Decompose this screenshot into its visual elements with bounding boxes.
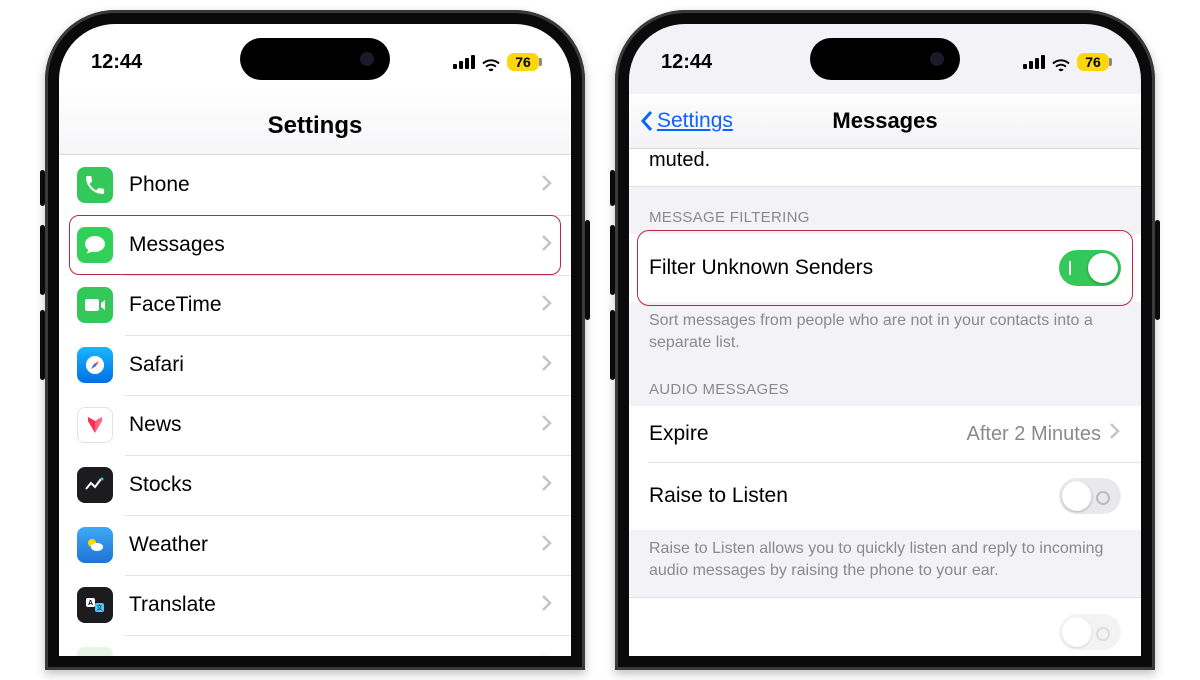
prev-section-tail: muted. [629,149,1141,187]
row-messages[interactable]: Messages [59,215,571,275]
cell-label: Raise to Listen [649,484,788,508]
row-next-partial[interactable] [629,597,1141,656]
toggle-raise-listen[interactable] [1059,478,1121,514]
row-label: Safari [129,353,525,377]
toggle-filter-unknown[interactable] [1059,250,1121,286]
battery-badge: 76 [507,53,539,71]
row-label: Weather [129,533,525,557]
wifi-icon [1051,55,1071,69]
row-expire[interactable]: Expire After 2 Minutes [629,406,1141,462]
chevron-left-icon [639,110,655,132]
nav-header: Settings Messages [629,94,1141,149]
toggle-partial[interactable] [1059,614,1121,650]
cell-label: Expire [649,422,709,446]
group-header-filtering: MESSAGE FILTERING [629,187,1141,234]
chevron-right-icon [541,234,553,257]
row-maps[interactable]: Maps [59,635,571,656]
chevron-right-icon [541,174,553,197]
row-label: Phone [129,173,525,197]
cellular-icon [453,55,475,69]
row-label: Maps [129,653,525,656]
messages-icon [77,227,113,263]
group-footer-filtering: Sort messages from people who are not in… [629,302,1141,359]
cell-value: After 2 Minutes [966,423,1101,446]
chevron-right-icon [541,534,553,557]
news-icon [77,407,113,443]
phone-frame-left: 12:44 76 Settings Phone [45,10,585,670]
cell-label [649,620,655,644]
group-footer-audio: Raise to Listen allows you to quickly li… [629,530,1141,587]
row-raise-listen[interactable]: Raise to Listen [629,462,1141,530]
header: Settings [59,94,571,155]
stocks-icon [77,467,113,503]
back-label: Settings [657,109,733,133]
chevron-right-icon [541,354,553,377]
chevron-right-icon [541,474,553,497]
cellular-icon [1023,55,1045,69]
row-phone[interactable]: Phone [59,155,571,215]
back-button[interactable]: Settings [639,109,733,133]
safari-icon [77,347,113,383]
status-time: 12:44 [91,51,142,74]
cell-label: Filter Unknown Senders [649,256,873,280]
row-label: FaceTime [129,293,525,317]
phone-icon [77,167,113,203]
chevron-right-icon [1109,422,1121,446]
page-title: Messages [832,108,937,134]
group-header-audio: AUDIO MESSAGES [629,359,1141,406]
svg-text:A: A [88,600,93,607]
facetime-icon [77,287,113,323]
chevron-right-icon [541,594,553,617]
svg-text:文: 文 [96,604,102,612]
chevron-right-icon [541,414,553,437]
chevron-right-icon [541,294,553,317]
battery-badge: 76 [1077,53,1109,71]
status-time: 12:44 [661,51,712,74]
dynamic-island [810,38,960,80]
maps-icon [77,647,113,656]
dynamic-island [240,38,390,80]
wifi-icon [481,55,501,69]
row-label: News [129,413,525,437]
settings-list: Phone Messages FaceTime [59,155,571,656]
chevron-right-icon [541,654,553,657]
row-filter-unknown[interactable]: Filter Unknown Senders [629,234,1141,302]
row-label: Stocks [129,473,525,497]
translate-icon: A文 [77,587,113,623]
row-news[interactable]: News [59,395,571,455]
row-weather[interactable]: Weather [59,515,571,575]
row-label: Translate [129,593,525,617]
page-title: Settings [59,112,571,140]
row-facetime[interactable]: FaceTime [59,275,571,335]
weather-icon [77,527,113,563]
row-stocks[interactable]: Stocks [59,455,571,515]
row-translate[interactable]: A文 Translate [59,575,571,635]
row-safari[interactable]: Safari [59,335,571,395]
row-label: Messages [129,233,525,257]
phone-frame-right: 12:44 76 Settings Messages muted. [615,10,1155,670]
